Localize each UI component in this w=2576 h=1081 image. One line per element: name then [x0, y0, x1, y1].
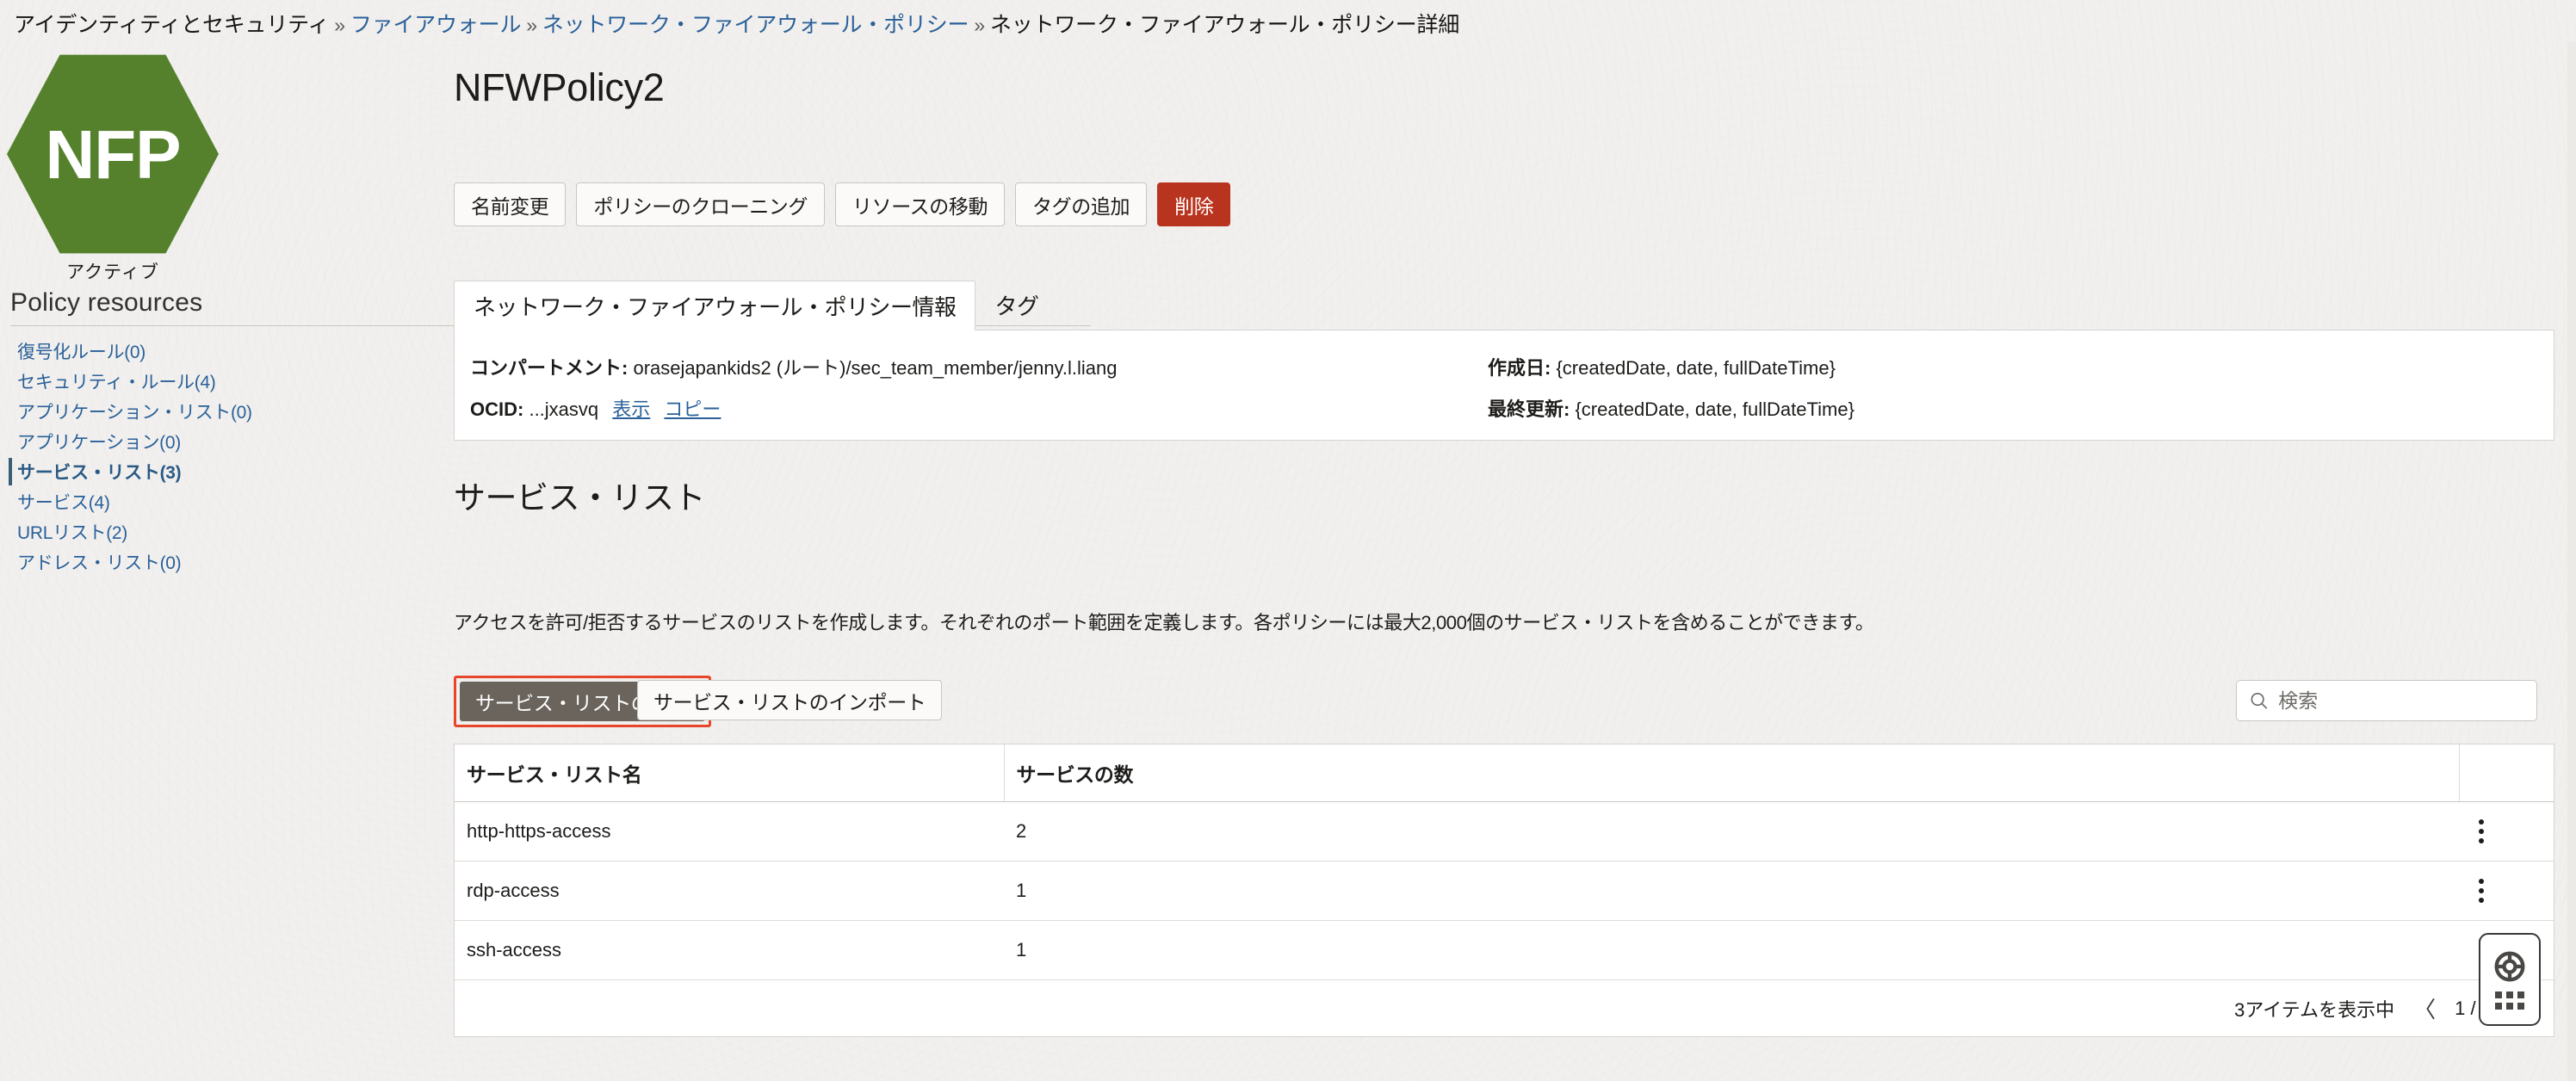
- sidebar-item-service-lists[interactable]: サービス・リスト(3): [0, 457, 226, 486]
- tab-label: タグ: [994, 293, 1039, 319]
- ocid-row: OCID: ...jxasvq 表示 コピー: [470, 394, 721, 422]
- table-header-row: サービス・リスト名 サービスの数: [455, 744, 2554, 802]
- tab-tags[interactable]: タグ: [975, 280, 1057, 330]
- table-row[interactable]: rdp-access 1: [455, 861, 2554, 921]
- created-date-label: 作成日:: [1488, 357, 1551, 379]
- main-content: NFWPolicy2 名前変更 ポリシーのクローニング リソースの移動 タグの追…: [454, 41, 2576, 1081]
- policy-resources-heading: Policy resources: [10, 288, 203, 317]
- sidebar-item-security-rules[interactable]: セキュリティ・ルール(4): [0, 367, 226, 396]
- cell-service-count: 1: [1004, 861, 2459, 921]
- sidebar-item-label: セキュリティ・ルール(4): [17, 373, 216, 392]
- column-header-service-list-name: サービス・リスト名: [455, 744, 1005, 802]
- created-date-value: {createdDate, date, fullDateTime}: [1556, 357, 1836, 379]
- compartment-row: コンパートメント: orasejapankids2 (ルート)/sec_team…: [470, 353, 1118, 380]
- sidebar-item-label: アドレス・リスト(0): [17, 553, 182, 573]
- clone-policy-button[interactable]: ポリシーのクローニング: [576, 182, 826, 226]
- import-service-list-button[interactable]: サービス・リストのインポート: [637, 680, 943, 720]
- breadcrumb-separator: »: [974, 14, 985, 36]
- breadcrumb-separator: »: [334, 14, 345, 36]
- ocid-copy-link[interactable]: コピー: [664, 398, 721, 420]
- hexagon-icon: NFP: [7, 54, 219, 254]
- help-widget-button[interactable]: [2479, 933, 2541, 1026]
- ocid-value: ...jxasvq: [529, 398, 599, 420]
- breadcrumb-item-identity-security: アイデンティティとセキュリティ: [14, 13, 330, 37]
- sidebar-item-label: URLリスト(2): [17, 523, 127, 543]
- cell-service-list-name: ssh-access: [467, 939, 562, 961]
- resource-badge-label: NFP: [45, 116, 182, 193]
- drag-handle-icon[interactable]: [2495, 991, 2524, 1010]
- section-description: アクセスを許可/拒否するサービスのリストを作成します。それぞれのポート範囲を定義…: [454, 612, 1874, 633]
- page-title: NFWPolicy2: [454, 65, 665, 109]
- breadcrumb-item-firewall[interactable]: ファイアウォール: [350, 13, 522, 37]
- sidebar-item-applications[interactable]: アプリケーション(0): [0, 427, 226, 456]
- sidebar-item-label: 復号化ルール(0): [17, 343, 146, 362]
- table-footer: 3アイテムを表示中 〈 1 / 1 〉: [455, 979, 2554, 1036]
- search-box[interactable]: [2236, 680, 2537, 721]
- search-icon: [2251, 692, 2268, 709]
- action-toolbar: 名前変更 ポリシーのクローニング リソースの移動 タグの追加 削除: [454, 182, 1231, 226]
- scrollbar-track[interactable]: [2567, 41, 2576, 1081]
- move-resource-button[interactable]: リソースの移動: [835, 182, 1006, 226]
- updated-date-value: {createdDate, date, fullDateTime}: [1575, 398, 1855, 420]
- table-toolbar: サービス・リストの作成 サービス・リストのインポート: [454, 676, 2554, 727]
- row-menu-icon[interactable]: [2471, 879, 2492, 903]
- items-count-text: 3アイテムを表示中: [2234, 998, 2395, 1021]
- column-header-actions: [2459, 744, 2554, 802]
- compartment-label: コンパートメント:: [470, 357, 629, 379]
- breadcrumb: アイデンティティとセキュリティ» ファイアウォール» ネットワーク・ファイアウォール…: [14, 8, 1459, 39]
- search-input[interactable]: [2278, 689, 2524, 713]
- service-lists-table: サービス・リスト名 サービスの数 http-https-access 2 rdp…: [454, 744, 2554, 1037]
- compartment-value: orasejapankids2 (ルート)/sec_team_member/je…: [633, 357, 1118, 379]
- created-date-row: 作成日: {createdDate, date, fullDateTime}: [1488, 353, 1836, 380]
- cell-row-actions: [2459, 861, 2554, 921]
- updated-date-label: 最終更新:: [1488, 398, 1570, 420]
- left-column: NFP アクティブ Policy resources 復号化ルール(0) セキュ…: [0, 41, 1091, 1081]
- cell-service-count: 2: [1004, 801, 2459, 862]
- table-row[interactable]: ssh-access 1: [455, 921, 2554, 980]
- sidebar-item-address-lists[interactable]: アドレス・リスト(0): [0, 547, 226, 577]
- row-menu-icon[interactable]: [2471, 819, 2492, 843]
- cell-service-count: 1: [1016, 939, 1027, 961]
- sidebar-item-application-lists[interactable]: アプリケーション・リスト(0): [0, 397, 252, 426]
- sidebar-item-url-lists[interactable]: URLリスト(2): [0, 517, 226, 547]
- sidebar-item-decryption-rules[interactable]: 復号化ルール(0): [0, 337, 226, 366]
- sidebar-item-label: サービス・リスト(3): [17, 463, 182, 483]
- section-title: サービス・リスト: [454, 480, 706, 516]
- breadcrumb-item-policy-detail: ネットワーク・ファイアウォール・ポリシー詳細: [989, 13, 1460, 37]
- sidebar-item-services[interactable]: サービス(4): [0, 487, 226, 516]
- policy-info-panel: コンパートメント: orasejapankids2 (ルート)/sec_team…: [454, 330, 2554, 441]
- sidebar-item-label: アプリケーション(0): [17, 433, 181, 453]
- delete-button[interactable]: 削除: [1157, 182, 1231, 226]
- cell-service-list-name: rdp-access: [455, 861, 1004, 921]
- cell-row-actions: [2459, 801, 2554, 862]
- status-badge: アクティブ: [66, 263, 159, 282]
- tab-bar: ネットワーク・ファイアウォール・ポリシー情報 タグ: [454, 281, 2554, 330]
- table-row[interactable]: http-https-access 2: [455, 801, 2554, 862]
- ocid-label: OCID:: [470, 398, 524, 420]
- table-head: サービス・リスト名 サービスの数: [455, 744, 2554, 802]
- lifebuoy-icon: [2494, 951, 2525, 982]
- add-tags-button[interactable]: タグの追加: [1015, 182, 1148, 226]
- sidebar-item-label: アプリケーション・リスト(0): [17, 403, 252, 423]
- tab-policy-info[interactable]: ネットワーク・ファイアウォール・ポリシー情報: [454, 281, 976, 330]
- ocid-show-link[interactable]: 表示: [612, 398, 650, 420]
- tab-label: ネットワーク・ファイアウォール・ポリシー情報: [474, 293, 957, 320]
- rename-button[interactable]: 名前変更: [454, 182, 567, 226]
- breadcrumb-separator: »: [526, 14, 537, 36]
- prev-page-icon[interactable]: 〈: [2413, 992, 2436, 1024]
- sidebar-nav: 復号化ルール(0) セキュリティ・ルール(4) アプリケーション・リスト(0) …: [0, 337, 252, 578]
- sidebar-item-label: サービス(4): [17, 493, 110, 513]
- table-body: http-https-access 2 rdp-access 1 ssh-acc…: [455, 801, 2554, 980]
- column-header-service-count: サービスの数: [1004, 744, 2460, 802]
- cell-service-list-name: http-https-access: [455, 801, 1004, 862]
- resource-badge: NFP: [7, 52, 219, 256]
- updated-date-row: 最終更新: {createdDate, date, fullDateTime}: [1488, 394, 1855, 422]
- breadcrumb-item-network-firewall-policy[interactable]: ネットワーク・ファイアウォール・ポリシー: [542, 13, 969, 37]
- table: サービス・リスト名 サービスの数 http-https-access 2 rdp…: [455, 744, 2554, 979]
